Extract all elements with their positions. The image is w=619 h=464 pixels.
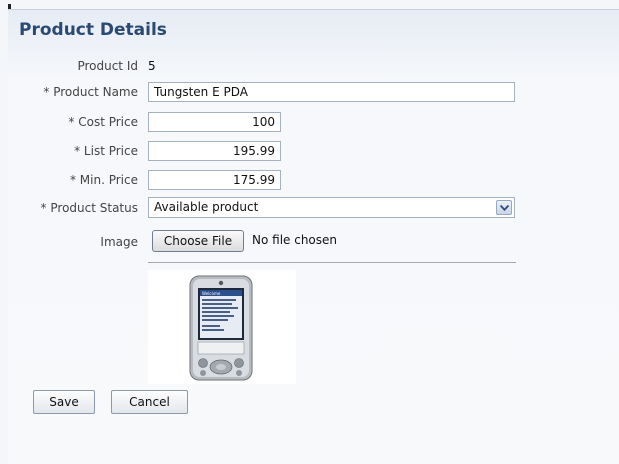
cancel-button[interactable]: Cancel [111,390,188,414]
dropdown-button[interactable] [496,200,512,215]
product-id-label: Product Id [0,58,138,74]
required-mark: * [69,173,76,187]
product-name-label: * Product Name [0,84,138,100]
pda-screen-header: Welcome [202,291,221,296]
product-image: Welcome [148,270,296,384]
product-status-label: * Product Status [0,200,138,216]
product-name-input[interactable]: Tungsten E PDA [148,82,515,102]
choose-file-button[interactable]: Choose File [152,230,244,252]
cost-price-input[interactable]: 100 [148,112,281,132]
product-status-select[interactable]: Available product [148,197,515,218]
min-price-input[interactable]: 175.99 [148,170,281,190]
pda-device-image: Welcome [189,275,253,381]
list-price-input[interactable]: 195.99 [148,141,281,161]
min-price-label-text: Min. Price [79,173,138,187]
product-id-value: 5 [148,59,156,73]
file-status-text: No file chosen [252,233,338,247]
cost-price-label-text: Cost Price [78,115,138,129]
save-button[interactable]: Save [33,390,95,414]
cost-price-label: * Cost Price [0,114,138,130]
image-separator [148,262,516,263]
product-id-label-text: Product Id [77,59,138,73]
required-mark: * [74,144,81,158]
required-mark: * [43,85,50,99]
product-name-label-text: Product Name [53,85,138,99]
chevron-down-icon [500,205,509,211]
page-title: Product Details [19,20,167,40]
list-price-label: * List Price [0,143,138,159]
product-status-value: Available product [154,200,259,214]
product-status-label-text: Product Status [50,201,138,215]
min-price-label: * Min. Price [0,172,138,188]
image-label: Image [100,235,138,249]
required-mark: * [40,201,47,215]
list-price-label-text: List Price [83,144,138,158]
required-mark: * [68,115,75,129]
